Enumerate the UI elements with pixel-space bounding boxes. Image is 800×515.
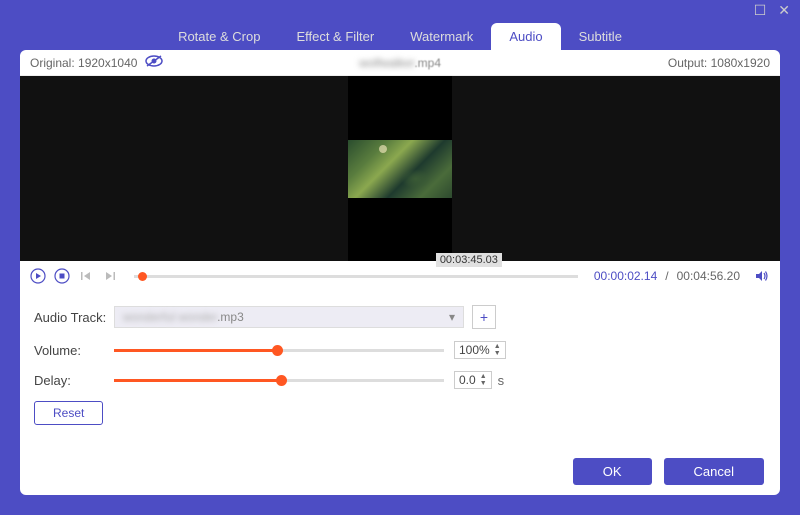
cancel-button[interactable]: Cancel (664, 458, 764, 485)
progress-knob[interactable] (138, 272, 147, 281)
volume-slider[interactable] (114, 349, 444, 352)
preview-toggle-icon[interactable] (145, 54, 163, 71)
time-total: 00:04:56.20 (677, 269, 740, 283)
tab-watermark[interactable]: Watermark (392, 23, 491, 50)
time-separator: / (665, 269, 668, 283)
audio-track-label: Audio Track: (34, 310, 114, 325)
stop-icon[interactable] (54, 268, 70, 284)
output-resolution: Output: 1080x1920 (668, 56, 780, 70)
volume-up-icon[interactable]: ▲ (494, 343, 501, 350)
maximize-icon[interactable]: ☐ (754, 2, 767, 19)
delay-label: Delay: (34, 373, 114, 388)
tab-bar: Rotate & Crop Effect & Filter Watermark … (0, 20, 800, 50)
delay-down-icon[interactable]: ▼ (480, 380, 487, 387)
filename-label: wolfwalker.mp4 (359, 56, 441, 70)
info-bar: Original: 1920x1040 wolfwalker.mp4 Outpu… (20, 50, 780, 76)
add-audio-button[interactable]: + (472, 305, 496, 329)
volume-spinbox[interactable]: 100% ▲▼ (454, 341, 506, 359)
delay-knob[interactable] (276, 375, 287, 386)
video-frame (348, 76, 452, 261)
delay-slider[interactable] (114, 379, 444, 382)
delay-unit: s (498, 373, 505, 388)
ok-button[interactable]: OK (573, 458, 652, 485)
titlebar: ☐ ✕ (0, 0, 800, 20)
volume-down-icon[interactable]: ▼ (494, 350, 501, 357)
volume-knob[interactable] (272, 345, 283, 356)
tab-effect-filter[interactable]: Effect & Filter (278, 23, 392, 50)
tab-audio[interactable]: Audio (491, 23, 560, 50)
progress-slider[interactable]: 00:03:45.03 (134, 275, 578, 278)
chevron-down-icon: ▾ (449, 310, 455, 324)
volume-icon[interactable] (754, 268, 770, 284)
reset-button[interactable]: Reset (34, 401, 103, 425)
audio-track-select[interactable]: wonderful wonder.mp3 ▾ (114, 306, 464, 328)
progress-marker: 00:03:45.03 (436, 253, 502, 267)
main-panel: Original: 1920x1040 wolfwalker.mp4 Outpu… (20, 50, 780, 495)
delay-spinbox[interactable]: 0.0 ▲▼ (454, 371, 492, 389)
video-thumbnail (348, 140, 452, 198)
original-resolution: Original: 1920x1040 (30, 56, 137, 70)
time-current: 00:00:02.14 (594, 269, 657, 283)
prev-frame-icon[interactable] (78, 268, 94, 284)
audio-settings: Audio Track: wonderful wonder.mp3 ▾ + Vo… (20, 291, 780, 431)
next-frame-icon[interactable] (102, 268, 118, 284)
video-preview (20, 76, 780, 261)
footer: OK Cancel (20, 447, 780, 495)
tab-rotate-crop[interactable]: Rotate & Crop (160, 23, 278, 50)
play-icon[interactable] (30, 268, 46, 284)
volume-label: Volume: (34, 343, 114, 358)
close-icon[interactable]: ✕ (778, 2, 790, 19)
delay-up-icon[interactable]: ▲ (480, 373, 487, 380)
playback-controls: 00:03:45.03 00:00:02.14 / 00:04:56.20 (20, 261, 780, 291)
tab-subtitle[interactable]: Subtitle (561, 23, 640, 50)
